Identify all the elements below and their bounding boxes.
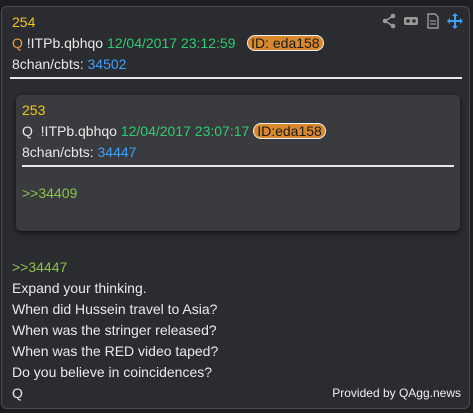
reply-ref[interactable]: >>34447: [12, 259, 67, 276]
quoted-tripcode: !ITPb.qbhqo: [40, 123, 117, 139]
post-date: 12/04/2017 23:12:59: [106, 35, 236, 51]
post-card: 254 Q !ITPb.qbhqo 12/04/2017 23:12:59 ID…: [1, 6, 470, 409]
footer-credit: Provided by QAgg.news: [332, 386, 461, 400]
quoted-number: 253: [22, 102, 46, 118]
board-line: 8chan/cbts: 34502: [12, 56, 126, 73]
body-line: When was the RED video taped?: [12, 343, 219, 359]
header-divider: [10, 77, 462, 79]
quoted-date: 12/04/2017 23:07:17: [120, 123, 250, 139]
quoted-reply-ref[interactable]: >>34409: [22, 185, 77, 202]
post-toolbar: [381, 13, 463, 29]
body-line: Expand your thinking.: [12, 280, 147, 296]
body-line: Do you believe in coincidences?: [12, 364, 213, 380]
tripcode: !ITPb.qbhqo: [26, 35, 104, 51]
quoted-board-link[interactable]: 34447: [98, 144, 137, 160]
quoted-board-line: 8chan/cbts: 34447: [22, 144, 136, 161]
q-label: Q: [12, 35, 23, 51]
post-number: 254: [12, 14, 36, 30]
quoted-q-label: Q: [22, 123, 33, 139]
vr-icon[interactable]: [403, 13, 419, 29]
body-line: Q: [12, 385, 23, 401]
quoted-board-label: 8chan/cbts:: [22, 144, 94, 160]
quoted-header: Q !ITPb.qbhqo 12/04/2017 23:07:17 ID:eda…: [22, 123, 326, 140]
board-label: 8chan/cbts:: [12, 56, 84, 72]
document-icon[interactable]: [425, 13, 441, 29]
quoted-divider: [22, 165, 454, 167]
quoted-id-badge[interactable]: ID:eda158: [253, 123, 326, 139]
body-line: When did Hussein travel to Asia?: [12, 301, 218, 317]
id-badge[interactable]: ID: eda158: [247, 35, 324, 51]
body-line: When was the stringer released?: [12, 322, 217, 338]
post-header: Q !ITPb.qbhqo 12/04/2017 23:12:59 ID: ed…: [12, 35, 324, 52]
board-post-link[interactable]: 34502: [88, 56, 127, 72]
move-icon[interactable]: [447, 13, 463, 29]
quoted-post: 253 Q !ITPb.qbhqo 12/04/2017 23:07:17 ID…: [16, 95, 460, 231]
share-icon[interactable]: [381, 13, 397, 29]
